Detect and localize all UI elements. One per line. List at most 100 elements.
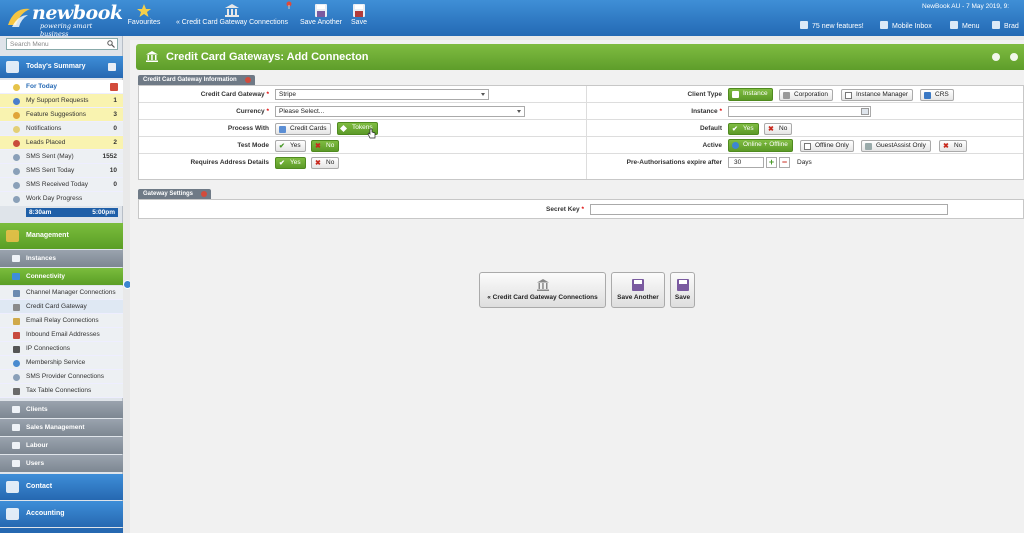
instance-status: NewBook AU - 7 May 2019, 9: [922,3,1010,10]
chevron-down-icon [517,110,521,113]
secret-key-input[interactable] [590,204,948,215]
client-type-corporation[interactable]: Corporation [779,89,833,101]
collapse-icon[interactable] [201,191,208,197]
increment-button[interactable]: + [766,157,777,168]
summary-item-for-today[interactable]: For Today [0,80,123,94]
labour-menu[interactable]: Labour [0,437,123,454]
instances-menu[interactable]: Instances [0,250,123,267]
decrement-button[interactable]: − [779,157,790,168]
client-type-instance-manager[interactable]: Instance Manager [841,89,914,101]
pin-section-icon[interactable] [108,63,116,71]
user-link[interactable]: Brad [992,21,1019,30]
summary-item-sms-today[interactable]: SMS Sent Today 10 [0,164,123,178]
search-icon[interactable] [107,40,115,48]
sms-icon [13,154,20,161]
active-guestassist-only[interactable]: GuestAssist Only [861,140,931,152]
header-settings-icon[interactable] [1010,53,1018,61]
credit-cards-label: Credit Cards [290,125,327,132]
back-to-connections-button[interactable]: « Credit Card Gateway Connections [172,4,292,26]
users-menu[interactable]: Users [0,455,123,472]
management-label: Management [26,232,69,239]
test-mode-no[interactable]: ✖ No [311,140,340,152]
client-type-instance[interactable]: Instance [728,88,773,101]
search-menu-input[interactable]: Search Menu [6,38,118,50]
tab-gateway-information[interactable]: Credit Card Gateway Information [138,75,255,85]
collapse-icon[interactable] [244,77,251,83]
menu-sms-provider[interactable]: SMS Provider Connections [0,370,123,384]
menu-channel-manager[interactable]: Channel Manager Connections [0,286,123,300]
cross-icon: ✖ [315,160,321,167]
channel-manager-icon [13,290,20,297]
menu-link[interactable]: Menu [950,21,980,30]
instance-icon [732,91,739,98]
leads-icon [13,140,20,147]
lookup-icon[interactable] [861,108,869,115]
summary-item-sms-received[interactable]: SMS Received Today 0 [0,178,123,192]
summary-item-notifications[interactable]: Notifications 0 [0,122,123,136]
back-to-connections-footer-button[interactable]: « Credit Card Gateway Connections [479,272,606,308]
save-footer-button[interactable]: Save [670,272,695,308]
no-label: No [326,142,335,149]
gateway-value: Stripe [279,91,296,98]
summary-item-label: For Today [26,83,57,90]
envelope-icon [6,481,19,493]
new-features-link[interactable]: 75 new features! [800,21,864,30]
save-top-button[interactable]: Save [349,4,369,26]
preauth-days-input[interactable]: 30 [728,157,764,168]
sidebar: Search Menu Today's Summary For Today My… [0,36,123,533]
favourites-button[interactable]: Favourites [127,4,161,26]
check-icon: ✔ [732,126,738,133]
users-icon [12,460,20,467]
main-content: Credit Card Gateways: Add Connecton Cred… [130,40,1024,533]
preauth-label: Pre-Authorisations expire after [626,159,722,166]
connectivity-menu[interactable]: Connectivity [0,268,123,285]
newbook-logo[interactable]: newbook powering smart business [6,3,123,38]
active-online-offline[interactable]: Online + Offline [728,139,793,152]
menu-membership-service[interactable]: Membership Service Connections [0,356,123,380]
logo-swirl-icon [8,8,30,27]
header-options-icon[interactable] [992,53,1000,61]
address-no[interactable]: ✖ No [311,157,340,169]
menu-ip-connections[interactable]: IP Connections [0,342,123,356]
menu-inbound-email[interactable]: Inbound Email Addresses [0,328,123,342]
summary-item-features[interactable]: Feature Suggestions 3 [0,108,123,122]
accounting-header[interactable]: Accounting [0,501,123,527]
gateway-select[interactable]: Stripe [275,89,489,100]
summary-item-support[interactable]: My Support Requests 1 [0,94,123,108]
guestassist-icon [865,143,872,150]
menu-tax-table[interactable]: Tax Table Connections [0,384,123,398]
default-no[interactable]: ✖ No [764,123,793,135]
user-label: Brad [1004,23,1019,30]
client-type-crs[interactable]: CRS [920,89,954,101]
summary-item-leads[interactable]: Leads Placed 2 [0,136,123,150]
management-header[interactable]: Management [0,223,123,249]
summary-item-label: Leads Placed [26,139,66,146]
cross-icon: ✖ [768,126,774,133]
menu-item-label: Channel Manager Connections [26,289,116,296]
contact-header[interactable]: Contact [0,474,123,500]
test-mode-yes[interactable]: ✔ Yes [275,140,306,152]
active-no[interactable]: ✖ No [939,140,968,152]
active-offline-only[interactable]: Offline Only [800,140,854,152]
summary-item-count: 1552 [102,153,117,160]
currency-select[interactable]: Please Select... [275,106,525,117]
yes-label: Yes [290,142,301,149]
sales-management-menu[interactable]: Sales Management [0,419,123,436]
menu-email-relay[interactable]: Email Relay Connections [0,314,123,328]
summary-item-sms-month[interactable]: SMS Sent (May) 1552 [0,150,123,164]
save-another-footer-button[interactable]: Save Another [611,272,665,308]
credit-cards-option[interactable]: Credit Cards [275,123,332,135]
today-icon [13,84,20,91]
todays-summary-header[interactable]: Today's Summary [0,56,123,78]
pin-icon[interactable] [285,1,293,9]
menu-label: Menu [962,23,980,30]
mobile-inbox-link[interactable]: Mobile Inbox [880,21,932,30]
address-yes[interactable]: ✔ Yes [275,157,306,169]
inbox-icon [13,332,20,339]
clients-menu[interactable]: Clients [0,401,123,418]
tab-gateway-settings[interactable]: Gateway Settings [138,189,212,199]
default-yes[interactable]: ✔ Yes [728,123,759,135]
instance-input[interactable] [728,106,871,117]
menu-credit-card-gateway[interactable]: Credit Card Gateway Connections [0,300,123,324]
save-another-top-button[interactable]: Save Another [298,4,344,26]
